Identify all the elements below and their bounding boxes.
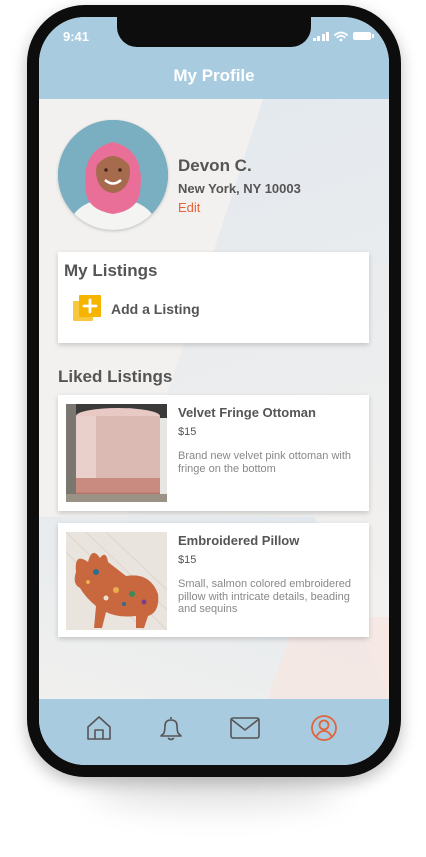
header-bar: 9:41 My Profile (39, 17, 389, 99)
deer-pillow-photo (66, 532, 167, 630)
listing-price: $15 (178, 554, 197, 566)
listing-card[interactable]: Velvet Fringe Ottoman $15 Brand new velv… (58, 395, 369, 511)
tab-messages[interactable] (229, 712, 261, 744)
page-title: My Profile (173, 66, 255, 85)
profile-location: New York, NY 10003 (178, 181, 301, 196)
listing-description: Small, salmon colored embroidered pillow… (178, 578, 352, 615)
status-time: 9:41 (63, 29, 90, 44)
edit-profile-link[interactable]: Edit (178, 200, 200, 215)
notch (117, 17, 311, 47)
screen: 9:41 My Profile Devon C. New York, NY 10… (39, 17, 389, 765)
my-listings-card: My Listings Add a Listing (58, 252, 369, 343)
add-listing-label: Add a Listing (111, 301, 200, 317)
avatar (58, 120, 168, 230)
wifi-icon (334, 31, 348, 41)
listing-description: Brand new velvet pink ottoman with fring… (178, 450, 352, 475)
add-listing-icon (73, 295, 101, 321)
profile-name: Devon C. (178, 156, 252, 175)
my-listings-heading: My Listings (64, 261, 158, 280)
tab-bar (39, 699, 389, 765)
tab-home[interactable] (83, 712, 115, 744)
listing-title: Velvet Fringe Ottoman (178, 405, 316, 420)
tab-notifications[interactable] (155, 712, 187, 744)
status-icons (312, 30, 374, 42)
listing-title: Embroidered Pillow (178, 533, 300, 548)
battery-icon (353, 32, 374, 40)
tab-profile[interactable] (308, 712, 340, 744)
listing-card[interactable]: Embroidered Pillow $15 Small, salmon col… (58, 523, 369, 637)
mail-icon (230, 717, 260, 739)
phone-frame: 9:41 My Profile Devon C. New York, NY 10… (27, 5, 401, 777)
bell-icon (160, 717, 182, 741)
liked-listings-heading: Liked Listings (58, 367, 173, 386)
listing-price: $15 (178, 426, 197, 438)
signal-icon (312, 31, 329, 41)
pink-ottoman-photo (66, 404, 167, 502)
profile-icon (311, 715, 337, 741)
add-listing-button[interactable]: Add a Listing (72, 294, 200, 324)
home-icon (87, 716, 111, 740)
